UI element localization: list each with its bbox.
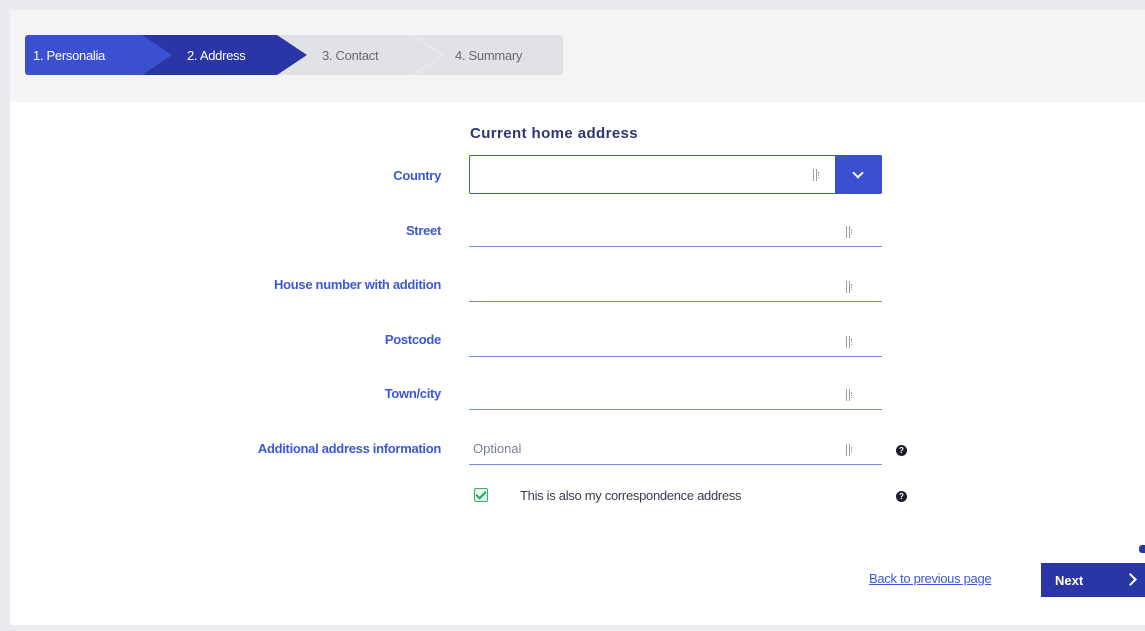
town-input[interactable] [469, 378, 829, 409]
steps: 1. Personalia 3. Contact 4. Summary 2. A… [25, 35, 565, 75]
step-label: 3. Contact [322, 47, 379, 63]
additional-info-label: Additional address information [257, 441, 441, 456]
street-field[interactable] [469, 215, 882, 247]
text-cursor-icon [846, 281, 855, 293]
text-cursor-icon [846, 226, 855, 238]
section-title: Current home address [470, 125, 639, 142]
country-input[interactable] [470, 156, 800, 193]
postcode-field[interactable] [469, 325, 882, 357]
country-label: Country [393, 168, 441, 183]
country-dropdown-button[interactable] [835, 155, 882, 194]
text-cursor-icon [846, 389, 855, 401]
edge-marker [1139, 545, 1145, 553]
help-icon[interactable]: ? [896, 445, 907, 456]
help-icon[interactable]: ? [896, 491, 907, 502]
additional-info-field[interactable] [469, 433, 882, 465]
back-link[interactable]: Back to previous page [869, 571, 992, 586]
form-card: 1. Personalia 3. Contact 4. Summary 2. A… [10, 10, 1145, 625]
step-label: 4. Summary [455, 47, 523, 63]
step-label: 1. Personalia [33, 47, 105, 63]
street-input[interactable] [469, 215, 829, 246]
correspondence-checkbox[interactable] [474, 488, 488, 502]
chevron-down-icon [852, 167, 864, 179]
text-cursor-icon [846, 444, 855, 456]
next-button[interactable]: Next [1041, 563, 1145, 597]
correspondence-label: This is also my correspondence address [520, 488, 742, 503]
street-label: Street [405, 223, 441, 238]
next-label: Next [1055, 572, 1084, 588]
chevron-right-icon [1124, 573, 1137, 586]
country-select[interactable] [469, 155, 882, 194]
text-cursor-icon [813, 169, 822, 181]
house-number-field[interactable] [469, 270, 882, 302]
town-field[interactable] [469, 378, 882, 410]
additional-info-input[interactable] [469, 433, 829, 464]
text-cursor-icon [846, 336, 855, 348]
house-number-label: House number with addition [274, 277, 441, 292]
step-progress-bar: 1. Personalia 3. Contact 4. Summary 2. A… [10, 10, 1145, 102]
postcode-label: Postcode [384, 332, 441, 347]
postcode-input[interactable] [469, 325, 829, 356]
house-number-input[interactable] [469, 270, 829, 301]
town-label: Town/city [384, 386, 442, 401]
step-label: 2. Address [187, 47, 246, 63]
